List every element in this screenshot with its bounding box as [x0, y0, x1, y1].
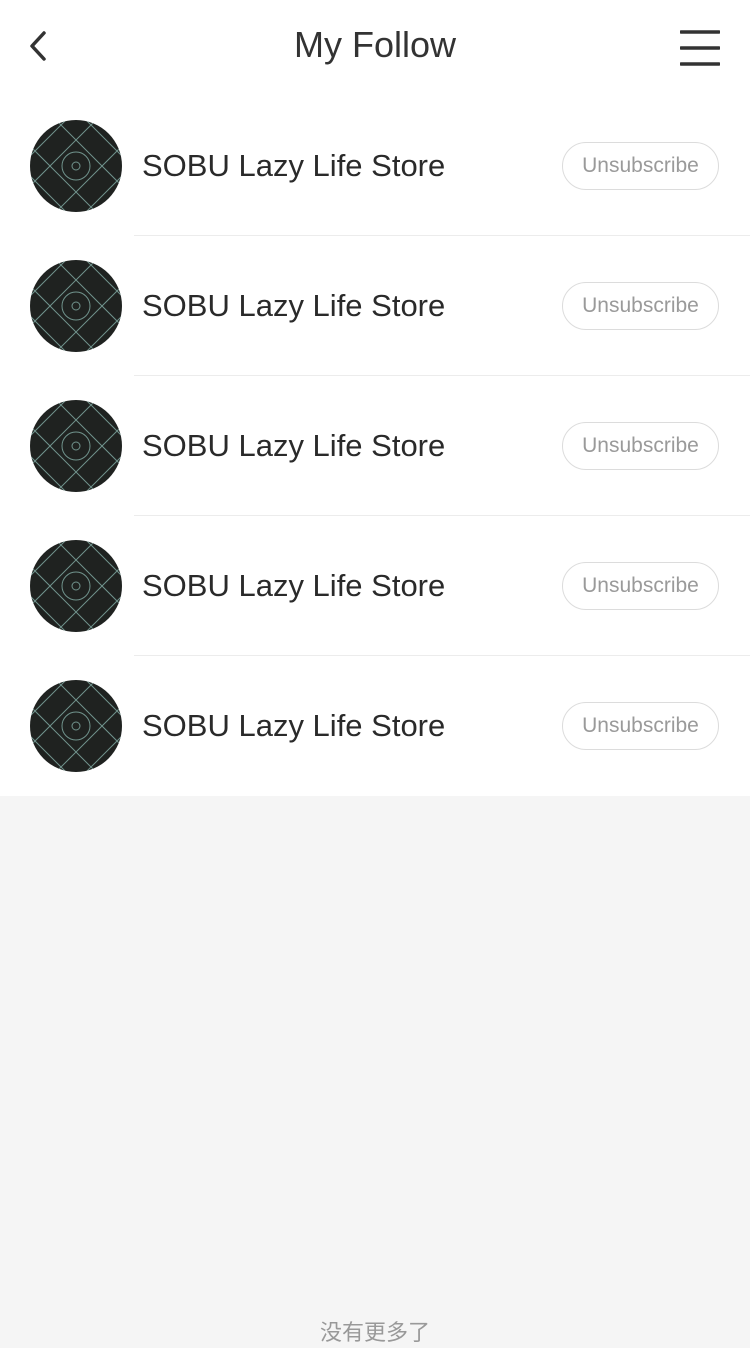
- store-avatar: [30, 680, 122, 772]
- store-name[interactable]: SOBU Lazy Life Store: [142, 286, 445, 326]
- page-title: My Follow: [293, 24, 457, 65]
- unsubscribe-button[interactable]: Unsubscribe: [562, 282, 719, 330]
- store-avatar: [30, 400, 122, 492]
- header-bar: My Follow: [0, 0, 750, 96]
- unsubscribe-button[interactable]: Unsubscribe: [562, 422, 719, 470]
- list-item[interactable]: SOBU Lazy Life Store Unsubscribe: [0, 656, 750, 796]
- unsubscribe-button[interactable]: Unsubscribe: [562, 562, 719, 610]
- list-item[interactable]: SOBU Lazy Life Store Unsubscribe: [0, 96, 750, 236]
- store-name[interactable]: SOBU Lazy Life Store: [142, 426, 445, 466]
- list-item[interactable]: SOBU Lazy Life Store Unsubscribe: [0, 376, 750, 516]
- list-item[interactable]: SOBU Lazy Life Store Unsubscribe: [0, 516, 750, 656]
- hamburger-menu-icon: [680, 30, 720, 66]
- store-avatar: [30, 540, 122, 632]
- unsubscribe-button[interactable]: Unsubscribe: [562, 142, 719, 190]
- list-item[interactable]: SOBU Lazy Life Store Unsubscribe: [0, 236, 750, 376]
- no-more-text: 没有更多了: [319, 1320, 430, 1345]
- store-avatar: [30, 120, 122, 212]
- unsubscribe-button[interactable]: Unsubscribe: [562, 702, 719, 750]
- store-name[interactable]: SOBU Lazy Life Store: [142, 146, 445, 186]
- store-avatar: [30, 260, 122, 352]
- menu-button[interactable]: [670, 22, 730, 74]
- store-name[interactable]: SOBU Lazy Life Store: [142, 566, 445, 606]
- follow-list: SOBU Lazy Life Store Unsubscribe SOBU La…: [0, 96, 750, 796]
- store-name[interactable]: SOBU Lazy Life Store: [142, 706, 445, 746]
